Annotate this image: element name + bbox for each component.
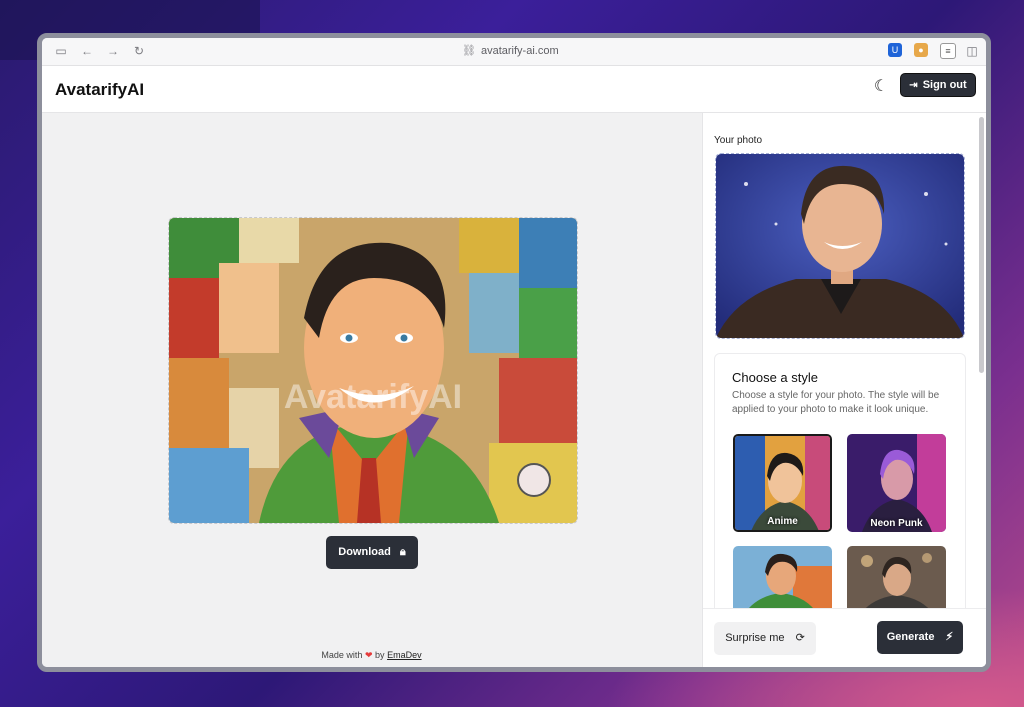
generated-avatar-image: AvatarifyAI [168,217,578,524]
browser-toolbar: ▭ ← → ↻ ⛓ avatarify-ai.com U ● ≡ ◫ [42,38,986,66]
reload-icon[interactable]: ↻ [132,44,146,58]
comic-style-preview [733,546,832,616]
dark-mode-toggle-icon[interactable]: ☾ [872,78,890,96]
sign-out-icon: ⇥ [909,80,918,91]
author-link[interactable]: EmaDev [387,650,422,660]
style-tile-label: Anime [767,516,798,527]
settings-sidebar: Your photo Choose a style Choose a style… [702,113,986,667]
style-tile-anime[interactable]: Anime [733,434,832,532]
style-tile-label: Neon Punk [870,518,923,529]
style-tile-comic[interactable] [733,546,832,616]
back-arrow-icon[interactable]: ← [80,44,94,58]
uploaded-photo-image [716,154,964,338]
action-bar: Surprise me ⟳ Generate ⚡︎ [703,608,986,667]
brand-logo[interactable]: AvatarifyAI [55,80,144,100]
browser-window: ▭ ← → ↻ ⛓ avatarify-ai.com U ● ≡ ◫ Avatar… [37,33,991,672]
generated-avatar-illustration: AvatarifyAI [169,218,577,523]
generate-button[interactable]: Generate ⚡︎ [877,621,963,654]
result-panel: AvatarifyAI Download 🔒︎ Made with ❤ by E… [42,113,701,667]
sidebar-scrollbar[interactable] [979,117,984,373]
download-label: Download [338,546,391,558]
surprise-me-button[interactable]: Surprise me ⟳ [714,622,816,655]
style-tile-cinematic[interactable] [847,546,946,616]
sign-out-button[interactable]: ⇥ Sign out [900,73,976,97]
forward-arrow-icon[interactable]: → [106,44,120,58]
footer-by: by [375,650,385,660]
app-header: AvatarifyAI ☾ ⇥ Sign out [42,66,986,113]
split-view-icon[interactable]: ◫ [965,44,979,58]
sign-out-label: Sign out [922,79,967,91]
address-bar[interactable]: ⛓ avatarify-ai.com [462,44,559,57]
uploaded-photo[interactable] [715,153,965,339]
cinematic-style-preview [847,546,946,616]
url-text: avatarify-ai.com [480,45,559,57]
surprise-me-label: Surprise me [725,632,785,644]
lightning-icon: ⚡︎ [945,631,954,643]
sidebar-toggle-icon[interactable]: ▭ [54,44,68,58]
style-picker-title: Choose a style [732,370,818,385]
download-button[interactable]: Download 🔒︎ [326,536,418,569]
reader-extension-icon[interactable]: ≡ [940,43,956,59]
lock-icon: 🔒︎ [399,546,406,558]
link-icon: ⛓ [462,45,476,57]
watermark-text: AvatarifyAI [284,378,462,416]
style-tile-neon-punk[interactable]: Neon Punk [847,434,946,532]
style-picker-description: Choose a style for your photo. The style… [732,390,940,415]
heart-icon: ❤ [364,650,373,660]
footer-credit: Made with ❤ by EmaDev [42,650,701,661]
cookie-extension-icon[interactable]: ● [914,43,928,57]
bitwarden-extension-icon[interactable]: U [888,43,902,57]
your-photo-label: Your photo [714,135,763,146]
footer-prefix: Made with [321,650,363,660]
generate-label: Generate [886,631,935,643]
shuffle-icon: ⟳ [795,632,805,644]
